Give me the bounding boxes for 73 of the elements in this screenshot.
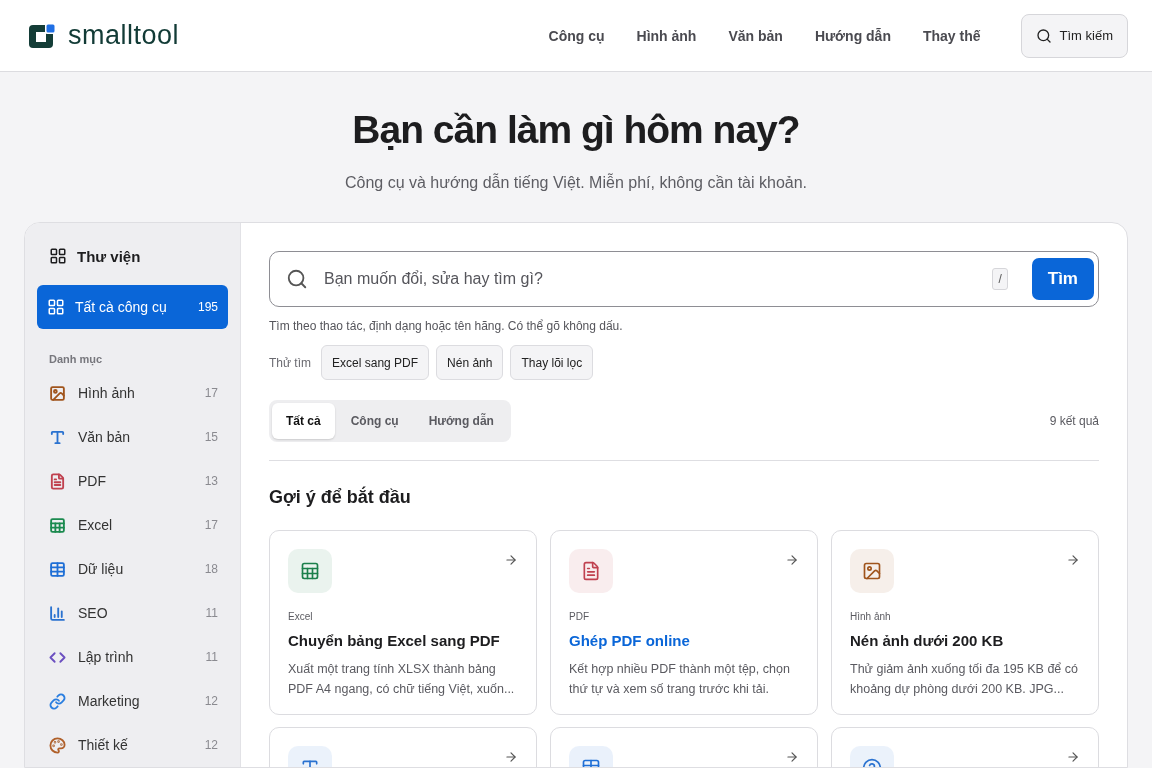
item-count: 11 <box>205 650 218 664</box>
card-category: PDF <box>569 611 590 622</box>
card-description: Kết hợp nhiều PDF thành một tệp, chọn thứ tự và xem số trang trước khi tải. <box>569 661 791 698</box>
card-description: Thử giảm ảnh xuống tối đa 195 KB để có khoảng dự phòng dưới 200 KB. JPG... <box>850 661 1079 698</box>
item-count: 17 <box>204 518 218 532</box>
tool-card[interactable]: Hình ảnh Nén ảnh dưới 200 KB Thử giảm ảnh xuống tối đa 195 KB để có khoảng dự phòng dưới 200 KB. JPG... <box>831 530 1099 715</box>
search-field[interactable]: Bạn muốn đổi, sửa hay tìm gì? / Tìm <box>269 251 1099 307</box>
item-count: 195 <box>197 300 218 314</box>
tool-card[interactable]: PDF Ghép PDF online Kết hợp nhiều PDF thành một tệp, chọn thứ tự và xem số trang trước khi tải. <box>550 530 818 715</box>
card-title: Nén ảnh dưới 200 KB <box>850 632 1005 649</box>
card-title: Chuyển bảng Excel sang PDF <box>288 632 501 649</box>
try-label: Thử tìm <box>269 355 312 370</box>
item-label: Văn bản <box>78 429 131 445</box>
logo-icon <box>28 22 58 49</box>
item-label: Lập trình <box>78 649 134 665</box>
item-label: Thiết kế <box>78 737 128 753</box>
item-count: 13 <box>204 474 218 488</box>
item-label: Dữ liệu <box>78 561 124 577</box>
sidebar-item[interactable]: Marketing 12 <box>37 679 228 723</box>
sidebar-item[interactable]: Dữ liệu 18 <box>37 547 228 591</box>
item-label: Hình ảnh <box>78 385 135 401</box>
search-button[interactable]: Tìm kiếm <box>1020 13 1128 58</box>
nav-link[interactable]: Công cụ <box>548 27 605 44</box>
card-title: Ghép PDF online <box>569 632 691 649</box>
item-count: 17 <box>204 386 218 400</box>
shortcut-key: / <box>992 268 1008 290</box>
sidebar-item[interactable]: SEO 11 <box>37 591 228 635</box>
sidebar-item[interactable]: Văn bản 15 <box>37 415 228 459</box>
nav-link[interactable]: Hình ảnh <box>636 27 697 44</box>
item-label: Tất cà công cụ <box>75 299 167 315</box>
sidebar-title: Thư viện <box>77 247 141 265</box>
item-label: Marketing <box>78 693 140 709</box>
item-count: 12 <box>204 694 218 708</box>
page-title: Bạn cần làm gì hôm nay? <box>352 108 800 152</box>
nav-link[interactable]: Văn bản <box>728 27 783 44</box>
logo-text[interactable]: smalltool <box>68 20 180 51</box>
result-count: 9 kết quả <box>1049 414 1099 428</box>
section-title: Gợi ý để bắt đầu <box>269 487 412 508</box>
page-subtitle: Công cụ và hướng dẫn tiếng Việt. Miễn phí, không cần tài khoản. <box>344 174 808 192</box>
item-label: PDF <box>78 473 106 489</box>
nav-link[interactable]: Hướng dẫn <box>814 27 891 44</box>
suggestion-chip[interactable]: Excel sang PDF <box>321 345 430 380</box>
search-hint: Tìm theo thao tác, định dạng hoặc tên hãng. Có thể gõ không dấu. <box>269 319 624 333</box>
search-icon <box>286 268 308 290</box>
card-category: Hình ảnh <box>850 611 892 622</box>
sidebar-item[interactable]: Tất cà công cụ 195 <box>37 285 228 329</box>
item-label: Excel <box>78 517 113 533</box>
suggestion-chip[interactable]: Nén ảnh <box>436 345 504 380</box>
item-count: 11 <box>205 606 218 620</box>
card-category: Excel <box>288 611 314 622</box>
suggestion-chip[interactable]: Thay lõi lọc <box>510 345 594 380</box>
search-icon <box>1035 27 1052 44</box>
sidebar-item[interactable]: Hình ảnh 17 <box>37 371 228 415</box>
filter-tab[interactable]: Tất cả <box>272 403 335 439</box>
sidebar-item[interactable]: PDF 13 <box>37 459 228 503</box>
item-count: 12 <box>204 738 218 752</box>
nav-link[interactable]: Thay thế <box>922 27 981 44</box>
section-label: Danh mục <box>48 353 104 365</box>
arrow-icon <box>785 750 799 764</box>
grid-icon <box>49 247 67 265</box>
card-description: Xuất một trang tính XLSX thành bảng PDF A4 ngang, có chữ tiếng Việt, xuốn... <box>288 661 516 698</box>
item-count: 18 <box>204 562 218 576</box>
grid-icon <box>47 298 65 316</box>
tool-card[interactable]: Excel Chuyển bảng Excel sang PDF Xuất một trang tính XLSX thành bảng PDF A4 ngang, có chữ tiếng Việt, xuốn... <box>269 530 537 715</box>
search-submit-button[interactable]: Tìm <box>1031 258 1094 300</box>
item-label: SEO <box>78 605 108 621</box>
filter-tab[interactable]: Hướng dẫn <box>414 403 508 439</box>
sidebar-item[interactable]: Excel 17 <box>37 503 228 547</box>
arrow-icon <box>785 553 799 567</box>
filter-tab[interactable]: Công cụ <box>336 403 413 439</box>
sidebar-item[interactable]: Lập trình 11 <box>37 635 228 679</box>
item-count: 15 <box>204 430 218 444</box>
sidebar-item[interactable]: Thiết kế 12 <box>37 723 228 767</box>
